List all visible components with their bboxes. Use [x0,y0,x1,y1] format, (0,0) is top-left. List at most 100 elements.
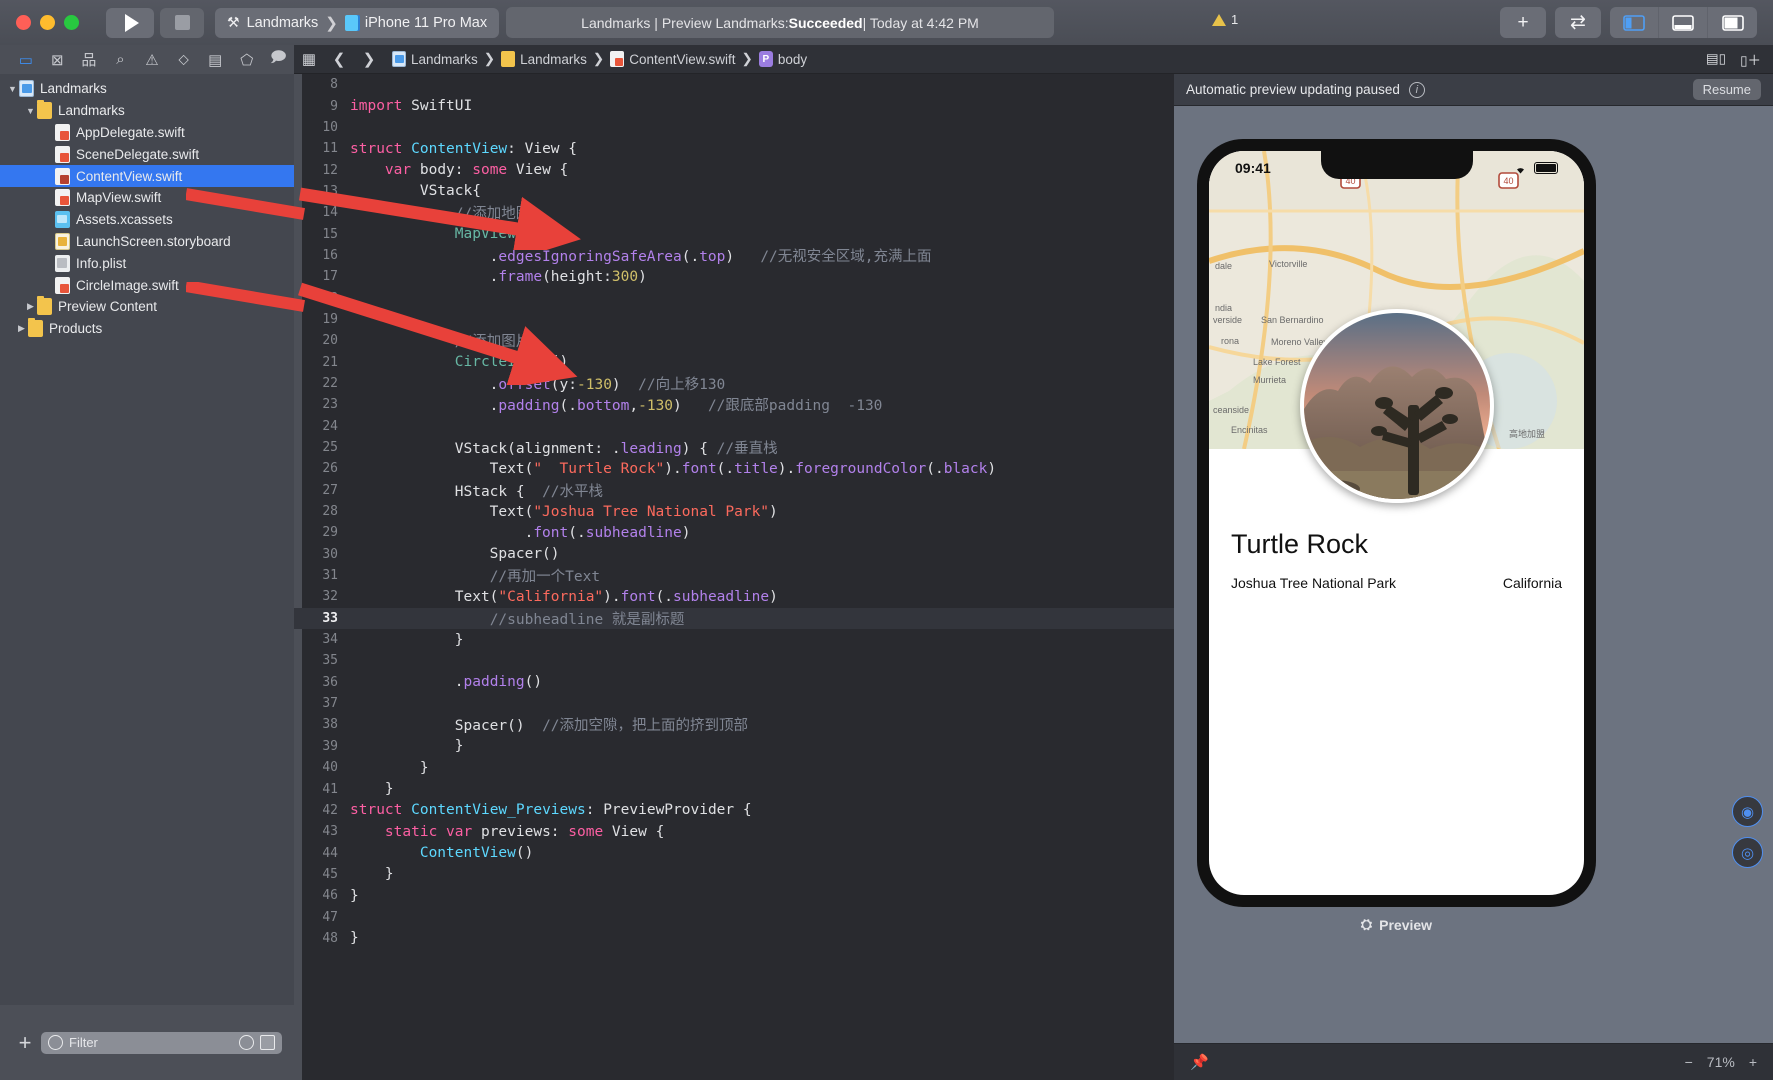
disclosure-triangle-icon[interactable]: ▼ [6,84,19,94]
code-line[interactable]: 29 .font(.subheadline) [294,522,1174,543]
jump-bar[interactable]: ▦ ❮ ❯ Landmarks ❯ Landmarks ❯ ContentView.sw… [294,45,1773,74]
file-tree-row[interactable]: ▶ Info.plist [0,252,294,274]
disclosure-triangle-icon[interactable]: ▶ [42,149,55,160]
device-frame[interactable]: 09:41 dale Victorville ndia verside San … [1197,139,1596,907]
project-navigator-icon[interactable]: ▭ [10,45,42,74]
zoom-out-button[interactable]: − [1685,1054,1693,1070]
source-control-navigator-icon[interactable]: ⊠ [42,45,74,74]
disclosure-triangle-icon[interactable]: ▶ [42,192,55,203]
code-line[interactable]: 20 //添加图片 [294,330,1174,351]
file-tree-row[interactable]: ▶ AppDelegate.swift [0,122,294,144]
file-tree-row[interactable]: ▶ Products [0,318,294,340]
file-tree-row[interactable]: ▼ Landmarks [0,78,294,100]
info-icon[interactable]: i [1408,81,1425,98]
run-button[interactable] [106,7,154,38]
code-line[interactable]: 32 Text("California").font(.subheadline) [294,586,1174,607]
code-line[interactable]: 25 VStack(alignment: .leading) { //垂直栈 [294,437,1174,458]
code-line[interactable]: 40 } [294,757,1174,778]
code-line[interactable]: 30 Spacer() [294,544,1174,565]
clock-icon[interactable] [239,1035,254,1050]
disclosure-triangle-icon[interactable]: ▶ [15,323,28,334]
code-line[interactable]: 24 [294,416,1174,437]
breadcrumb[interactable]: Landmarks ❯ Landmarks ❯ ContentView.swift ❯ Pb… [392,51,807,67]
report-navigator-icon[interactable]: 🗩 [263,45,295,74]
filter-field[interactable]: Filter [41,1031,282,1054]
build-status-bar[interactable]: Landmarks | Preview Landmarks: Succeeded… [506,7,1054,38]
navigate-forward-button[interactable]: ❯ [354,45,384,74]
code-content[interactable]: 8 9 import SwiftUI 10 11 struct ContentView: … [294,74,1174,949]
file-tree-row[interactable]: ▶ CircleImage.swift [0,274,294,296]
file-tree-row[interactable]: ▶ LaunchScreen.storyboard [0,231,294,253]
debug-navigator-icon[interactable]: ▤ [199,45,231,74]
file-tree-row[interactable]: ▼ Landmarks [0,100,294,122]
disclosure-triangle-icon[interactable]: ▶ [42,127,55,138]
live-preview-button[interactable]: ◉ [1732,796,1763,827]
maximize-window-button[interactable] [64,15,79,30]
source-code-editor[interactable]: 8 9 import SwiftUI 10 11 struct ContentView: … [294,74,1174,1080]
test-navigator-icon[interactable]: ⬦ [168,45,200,74]
disclosure-triangle-icon[interactable]: ▶ [42,171,55,182]
warning-badge[interactable]: 1 [1212,12,1238,27]
source-control-icon[interactable] [260,1035,275,1050]
code-line[interactable]: 41 } [294,778,1174,799]
code-line[interactable]: 19 [294,309,1174,330]
code-line[interactable]: 33 //subheadline 就是副标题 [294,607,1174,629]
code-line[interactable]: 21 CircleImage() [294,351,1174,372]
code-line[interactable]: 17 .frame(height:300) [294,266,1174,287]
code-line[interactable]: 38 Spacer() //添加空隙，把上面的挤到顶部 [294,714,1174,735]
code-line[interactable]: 45 } [294,864,1174,885]
pin-icon[interactable]: 📌 [1190,1053,1209,1071]
code-line[interactable]: 15 MapView() [294,223,1174,244]
file-tree[interactable]: ▼Landmarks▼Landmarks▶AppDelegate.swift▶S… [0,74,294,340]
disclosure-triangle-icon[interactable]: ▼ [24,106,37,116]
disclosure-triangle-icon[interactable]: ▶ [42,258,55,269]
breakpoint-navigator-icon[interactable]: ⬠ [231,45,263,74]
code-line[interactable]: 48} [294,928,1174,949]
code-line[interactable]: 36 .padding() [294,672,1174,693]
add-editor-icon[interactable]: ▯＋ [1740,49,1761,69]
code-line[interactable]: 28 Text("Joshua Tree National Park") [294,501,1174,522]
code-line[interactable]: 47 [294,906,1174,927]
file-tree-row[interactable]: ▶ SceneDelegate.swift [0,143,294,165]
code-line[interactable]: 23 .padding(.bottom,-130) //跟底部padding -… [294,394,1174,415]
symbol-navigator-icon[interactable]: 品 [73,45,105,74]
code-line[interactable]: 8 [294,74,1174,95]
code-line[interactable]: 26 Text(" Turtle Rock").font(.title).for… [294,458,1174,479]
toggle-navigator-button[interactable] [1610,7,1659,38]
code-line[interactable]: 31 //再加一个Text [294,565,1174,586]
stop-button[interactable] [160,7,204,38]
scheme-selector[interactable]: ⚒ Landmarks ❯ iPhone 11 Pro Max [215,7,500,38]
code-line[interactable]: 18 [294,287,1174,308]
add-editor-button[interactable]: + [1500,7,1546,38]
zoom-in-button[interactable]: + [1749,1054,1757,1070]
code-line[interactable]: 11 struct ContentView: View { [294,138,1174,159]
file-tree-row[interactable]: ▶ ContentView.swift [0,165,294,187]
code-line[interactable]: 42 struct ContentView_Previews: PreviewPr… [294,800,1174,821]
code-line[interactable]: 12 var body: some View { [294,159,1174,180]
minimap-icon[interactable]: ▤▯ [1706,51,1726,67]
code-line[interactable]: 39 } [294,736,1174,757]
find-navigator-icon[interactable]: ⌕ [105,45,137,74]
navigate-back-button[interactable]: ❮ [324,45,354,74]
code-line[interactable]: 27 HStack { //水平栈 [294,480,1174,501]
breadcrumb-item[interactable]: Landmarks [501,51,587,67]
preview-canvas[interactable]: 09:41 dale Victorville ndia verside San … [1174,106,1773,1043]
resume-button[interactable]: Resume [1692,79,1761,100]
code-line[interactable]: 35 [294,650,1174,671]
code-line[interactable]: 9 import SwiftUI [294,95,1174,116]
breadcrumb-item[interactable]: ContentView.swift [610,51,736,67]
code-line[interactable]: 37 [294,693,1174,714]
inspect-preview-button[interactable]: ◎ [1732,837,1763,868]
code-line[interactable]: 22 .offset(y:-130) //向上移130 [294,373,1174,394]
code-line[interactable]: 44 ContentView() [294,842,1174,863]
file-tree-row[interactable]: ▶ Preview Content [0,296,294,318]
file-tree-row[interactable]: ▶ MapView.swift [0,187,294,209]
related-items-icon[interactable]: ▦ [294,45,324,74]
preview-canvas-panel[interactable]: Automatic preview updating paused i Resu… [1174,74,1773,1080]
code-line[interactable]: 46} [294,885,1174,906]
issue-navigator-icon[interactable]: ⚠ [136,45,168,74]
disclosure-triangle-icon[interactable]: ▶ [42,214,55,225]
code-line[interactable]: 43 static var previews: some View { [294,821,1174,842]
toggle-debug-area-button[interactable] [1659,7,1708,38]
close-window-button[interactable] [16,15,31,30]
